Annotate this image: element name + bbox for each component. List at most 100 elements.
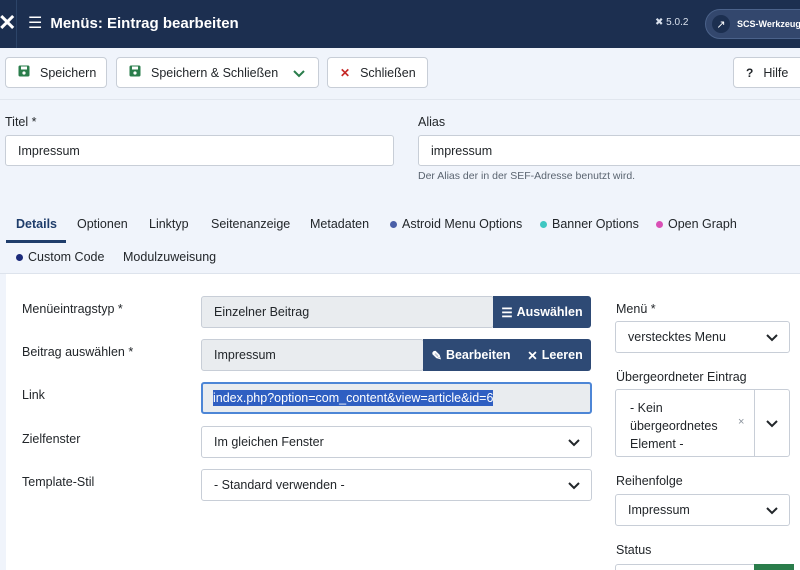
tab-label: Linktyp [149,217,189,231]
version-info[interactable]: ✖ 5.0.2 [655,17,688,28]
save-icon [18,65,30,80]
save-label: Speichern [40,65,97,80]
save-close-label: Speichern & Schließen [151,65,279,80]
title-input[interactable]: Impressum [5,135,394,166]
menu-item-type-label: Menüeintragstyp * [22,302,123,316]
order-value: Impressum [628,503,690,517]
close-icon: ✕ [527,348,538,363]
status-label: Status [616,543,652,557]
select-label: Auswählen [516,305,583,319]
tab-label: Banner Options [552,217,639,231]
chevron-down-icon [568,439,580,447]
question-icon: ? [746,65,754,80]
parent-divider [754,390,755,456]
chevron-down-icon [568,482,580,490]
tab-dot-icon [540,220,547,228]
clear-label: Leeren [541,348,583,362]
alias-label: Alias [418,115,446,129]
tab-details[interactable]: Details [16,217,57,231]
page-title: Menüs: Eintrag bearbeiten [50,14,239,32]
parent-line: übergeordnetes [630,419,718,433]
close-button[interactable]: ✕ Schließen [327,57,428,88]
tab-astroid-menu-options[interactable]: Astroid Menu Options [390,217,522,231]
active-tab-indicator [6,240,66,243]
order-select[interactable]: Impressum [615,494,790,526]
tab-seitenanzeige[interactable]: Seitenanzeige [211,217,290,231]
help-label: Hilfe [763,65,789,80]
tab-modulzuweisung[interactable]: Modulzuweisung [123,250,216,264]
tab-label: Seitenanzeige [211,217,291,231]
save-button[interactable]: Speichern [5,57,107,88]
template-style-label: Template-Stil [22,475,95,489]
order-label: Reihenfolge [616,474,683,488]
tab-dot-icon [16,253,23,261]
tab-dot-icon [656,220,663,228]
close-label: Schließen [360,65,416,80]
tab-label: Modulzuweisung [123,250,217,264]
link-label: Link [22,388,45,402]
save-icon [129,65,141,80]
clear-parent-icon[interactable]: × [738,416,744,428]
alias-input[interactable]: impressum [418,135,800,166]
site-link-label: SCS-Werkzeugba [737,19,800,29]
tab-banner-options[interactable]: Banner Options [540,217,639,231]
top-header: ✕ ☰ Menüs: Eintrag bearbeiten ✖ 5.0.2 ↗ … [0,0,800,48]
tab-open-graph[interactable]: Open Graph [656,217,737,231]
parent-item-value: - Kein übergeordnetes Element - [630,399,718,453]
site-link-button[interactable]: ↗ SCS-Werkzeugba [705,9,800,39]
tab-label: Details [16,217,57,231]
tab-label: Astroid Menu Options [402,217,523,231]
chevron-down-icon [293,69,305,77]
menu-value: verstecktes Menu [628,330,726,344]
clear-article-button[interactable]: ✕ Leeren [519,339,591,371]
joomla-small-icon: ✖ [655,17,664,28]
target-window-label: Zielfenster [22,432,81,446]
edit-icon: ✎ [431,348,442,363]
target-window-select[interactable]: Im gleichen Fenster [201,426,592,458]
title-label: Titel * [5,115,37,129]
template-style-value: - Standard verwenden - [214,478,345,492]
chevron-down-icon [766,334,778,342]
alias-hint: Der Alias der in der SEF-Adresse benutzt… [418,170,636,182]
target-window-value: Im gleichen Fenster [214,435,324,449]
close-icon: ✕ [340,65,351,80]
save-close-button[interactable]: Speichern & Schließen [116,57,281,88]
parent-item-label: Übergeordneter Eintrag [616,370,747,384]
tab-optionen[interactable]: Optionen [77,217,128,231]
menu-select[interactable]: verstecktes Menu [615,321,790,353]
select-type-button[interactable]: ☰ Auswählen [493,296,591,328]
edit-article-button[interactable]: ✎ Bearbeiten [423,339,519,371]
tab-bar: Details Optionen Linktyp Seitenanzeige M… [0,206,800,274]
tab-label: Custom Code [28,250,105,264]
tab-metadaten[interactable]: Metadaten [310,217,369,231]
article-field: Impressum [201,339,424,371]
page-title-wrap: ☰ Menüs: Eintrag bearbeiten [28,13,239,33]
chevron-down-icon [766,420,778,428]
tab-label: Open Graph [668,217,737,231]
joomla-logo-icon[interactable]: ✕ [0,10,16,36]
header-divider [16,0,17,48]
edit-label: Bearbeiten [445,348,511,362]
parent-line: Element - [630,437,684,451]
parent-item-select[interactable]: - Kein übergeordnetes Element - × [615,389,790,457]
save-options-dropdown[interactable] [280,57,319,88]
parent-line: - Kein [630,401,663,415]
link-field[interactable]: index.php?option=com_content&view=articl… [201,382,592,414]
tab-custom-code[interactable]: Custom Code [16,250,104,264]
tab-label: Metadaten [310,217,370,231]
list-icon: ☰ [28,15,43,32]
template-style-select[interactable]: - Standard verwenden - [201,469,592,501]
status-indicator [754,564,794,570]
title-alias-section: Titel * Impressum Alias impressum Der Al… [0,100,800,206]
help-button[interactable]: ? Hilfe [733,57,800,88]
tab-linktyp[interactable]: Linktyp [149,217,189,231]
list-icon: ☰ [501,305,513,320]
tab-label: Optionen [77,217,128,231]
menu-item-type-field: Einzelner Beitrag [201,296,494,328]
link-value: index.php?option=com_content&view=articl… [213,390,494,406]
version-label: 5.0.2 [666,17,689,28]
menu-label: Menü * [616,302,656,316]
chevron-down-icon [766,507,778,515]
toolbar: Speichern Speichern & Schließen ✕ Schlie… [0,48,800,100]
external-link-icon: ↗ [712,15,730,33]
